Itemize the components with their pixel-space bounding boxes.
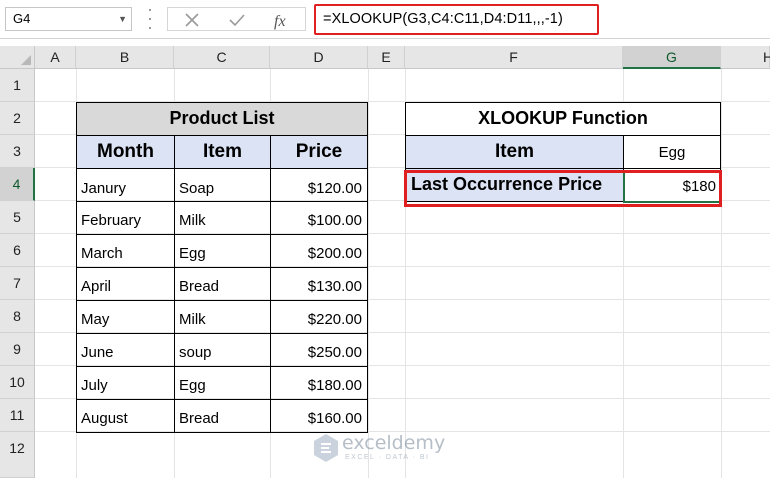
row-header-6[interactable]: 6 — [0, 234, 35, 267]
cell-item[interactable]: Soap — [174, 168, 271, 202]
xlookup-title[interactable]: XLOOKUP Function — [405, 102, 721, 136]
cell-price[interactable]: $120.00 — [270, 168, 368, 202]
cell-month[interactable]: February — [76, 201, 175, 235]
cell-month[interactable]: May — [76, 300, 175, 334]
cell-price[interactable]: $180.00 — [270, 366, 368, 400]
svg-text:fx: fx — [274, 13, 286, 30]
row-header-11[interactable]: 11 — [0, 399, 35, 432]
select-all-corner[interactable] — [0, 46, 35, 69]
cell-item[interactable]: Milk — [174, 201, 271, 235]
row-header-2[interactable]: 2 — [0, 102, 35, 135]
column-header-c[interactable]: C — [174, 46, 270, 69]
header-item[interactable]: Item — [174, 135, 271, 169]
cell-month[interactable]: June — [76, 333, 175, 367]
cell-price[interactable]: $160.00 — [270, 399, 368, 433]
column-header-b[interactable]: B — [76, 46, 174, 69]
exceldemy-logo-icon — [314, 434, 338, 462]
drag-handle-icon[interactable] — [147, 9, 153, 29]
column-header-g[interactable]: G — [623, 46, 721, 69]
cell-price[interactable]: $100.00 — [270, 201, 368, 235]
cell-month[interactable]: March — [76, 234, 175, 268]
watermark-tagline: EXCEL · DATA · BI — [345, 454, 430, 461]
name-box[interactable]: G4 ▼ — [5, 7, 132, 31]
row-header-7[interactable]: 7 — [0, 267, 35, 300]
formula-input[interactable]: =XLOOKUP(G3,C4:C11,D4:D11,,,-1) — [314, 4, 599, 35]
cell-item[interactable]: Bread — [174, 267, 271, 301]
column-header-d[interactable]: D — [270, 46, 368, 69]
cell-month[interactable]: July — [76, 366, 175, 400]
cell-month[interactable]: August — [76, 399, 175, 433]
gridline — [721, 69, 722, 478]
row-header-12[interactable]: 12 — [0, 432, 35, 478]
header-month[interactable]: Month — [76, 135, 175, 169]
column-header-e[interactable]: E — [368, 46, 405, 69]
cell-item[interactable]: Egg — [174, 234, 271, 268]
product-list-title[interactable]: Product List — [76, 102, 368, 136]
column-header-a[interactable]: A — [35, 46, 76, 69]
row-header-8[interactable]: 8 — [0, 300, 35, 333]
formula-tools: fx — [167, 7, 306, 31]
highlight-box — [404, 170, 722, 207]
column-header-f[interactable]: F — [405, 46, 623, 69]
cell-price[interactable]: $250.00 — [270, 333, 368, 367]
watermark: exceldemy EXCEL · DATA · BI — [312, 432, 462, 468]
name-box-value: G4 — [13, 11, 31, 26]
cell-month[interactable]: Janury — [76, 168, 175, 202]
cell-item[interactable]: soup — [174, 333, 271, 367]
gridline — [368, 69, 369, 478]
cell-price[interactable]: $220.00 — [270, 300, 368, 334]
chevron-down-icon[interactable]: ▼ — [118, 8, 127, 30]
row-header-4[interactable]: 4 — [0, 168, 35, 201]
xlookup-item-label[interactable]: Item — [405, 135, 624, 169]
enter-icon[interactable] — [228, 12, 246, 28]
xlookup-item-value[interactable]: Egg — [623, 135, 721, 169]
function-icon[interactable]: fx — [272, 12, 292, 30]
cell-item[interactable]: Egg — [174, 366, 271, 400]
row-header-1[interactable]: 1 — [0, 69, 35, 102]
cell-price[interactable]: $200.00 — [270, 234, 368, 268]
header-price[interactable]: Price — [270, 135, 368, 169]
cell-item[interactable]: Milk — [174, 300, 271, 334]
cell-month[interactable]: April — [76, 267, 175, 301]
row-header-3[interactable]: 3 — [0, 135, 35, 168]
row-header-10[interactable]: 10 — [0, 366, 35, 399]
row-header-5[interactable]: 5 — [0, 201, 35, 234]
cell-item[interactable]: Bread — [174, 399, 271, 433]
row-header-9[interactable]: 9 — [0, 333, 35, 366]
watermark-name: exceldemy — [342, 432, 446, 454]
column-header-h[interactable]: H — [721, 46, 770, 69]
cell-price[interactable]: $130.00 — [270, 267, 368, 301]
cancel-icon[interactable] — [184, 12, 200, 28]
formula-bar: G4 ▼ fx =XLOOKUP(G3,C4:C11,D4:D11,,,-1) — [0, 0, 770, 39]
